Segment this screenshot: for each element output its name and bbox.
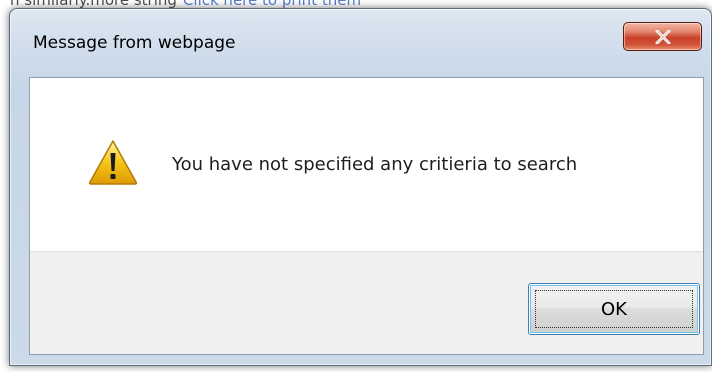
close-button[interactable] [623, 22, 702, 51]
message-text: You have not specified any critieria to … [172, 154, 578, 175]
button-strip: OK [30, 251, 703, 354]
dialog-title: Message from webpage [33, 33, 236, 53]
screen: n similarly.more string Click here to pri… [0, 0, 712, 372]
ok-button[interactable]: OK [528, 283, 700, 335]
dialog-client-area: You have not specified any critieria to … [29, 77, 704, 355]
ok-button-label: OK [601, 298, 627, 320]
warning-icon [88, 140, 138, 185]
message-dialog: Message from webpage You have not specif… [9, 8, 712, 366]
close-icon [655, 30, 671, 44]
message-area: You have not specified any critieria to … [30, 78, 703, 251]
